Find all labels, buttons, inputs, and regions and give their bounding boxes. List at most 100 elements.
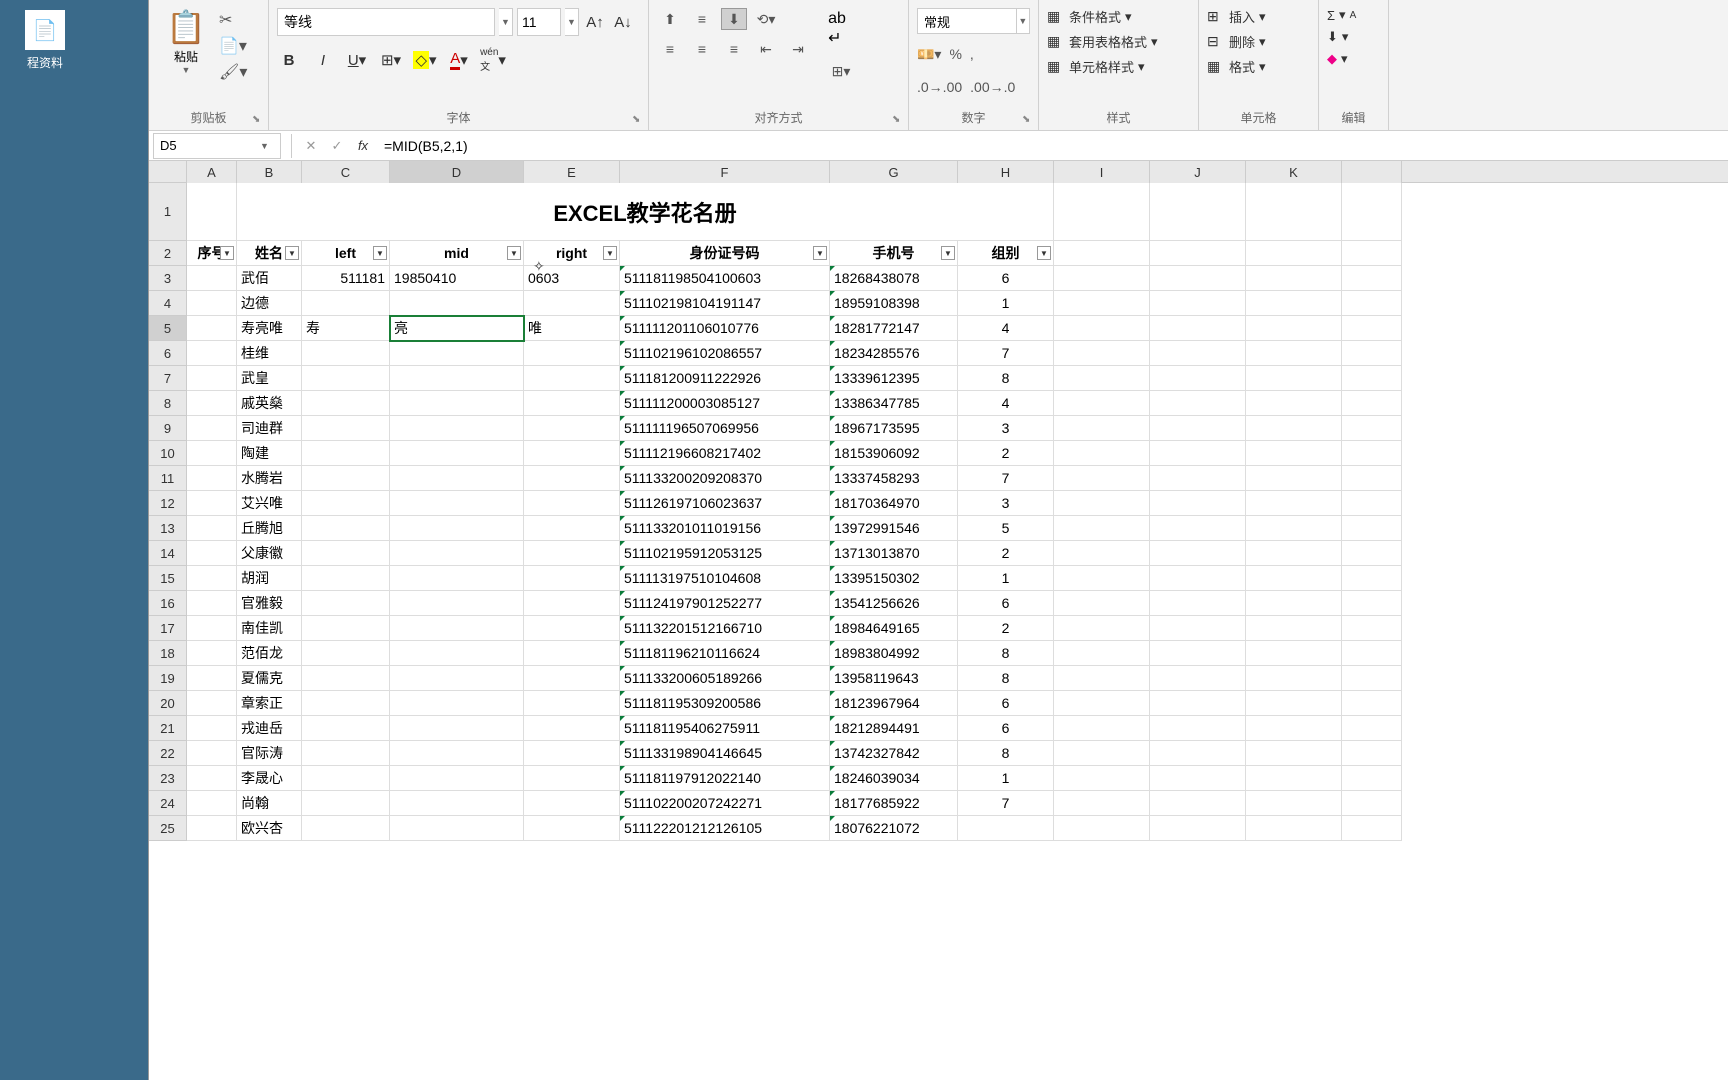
cell-I11[interactable] <box>1054 466 1150 491</box>
cell-D18[interactable] <box>390 641 524 666</box>
col-header-A[interactable]: A <box>187 161 237 183</box>
cell-D5[interactable]: 亮 <box>390 316 524 341</box>
paste-button[interactable]: 📋 粘贴 ▼ <box>157 4 215 82</box>
col-header-B[interactable]: B <box>237 161 302 183</box>
row-header-17[interactable]: 17 <box>149 616 187 641</box>
underline-button[interactable]: U▾ <box>345 48 369 72</box>
cell-I13[interactable] <box>1054 516 1150 541</box>
cell-E6[interactable] <box>524 341 620 366</box>
cell-F17[interactable]: 511132201512166710 <box>620 616 830 641</box>
cell-H3[interactable]: 6 <box>958 266 1054 291</box>
cell-H12[interactable]: 3 <box>958 491 1054 516</box>
align-right-icon[interactable]: ≡ <box>721 38 747 60</box>
cell-J4[interactable] <box>1150 291 1246 316</box>
cell-E23[interactable] <box>524 766 620 791</box>
row-header-11[interactable]: 11 <box>149 466 187 491</box>
cell-I25[interactable] <box>1054 816 1150 841</box>
cell-H10[interactable]: 2 <box>958 441 1054 466</box>
cell-B3[interactable]: 武佰 <box>237 266 302 291</box>
row-header-3[interactable]: 3 <box>149 266 187 291</box>
cell-F12[interactable]: 511126197106023637 <box>620 491 830 516</box>
cell-G13[interactable]: 13972991546 <box>830 516 958 541</box>
cell-E4[interactable] <box>524 291 620 316</box>
cell-G5[interactable]: 18281772147 <box>830 316 958 341</box>
cell-E12[interactable] <box>524 491 620 516</box>
italic-button[interactable]: I <box>311 48 335 72</box>
cell-H7[interactable]: 8 <box>958 366 1054 391</box>
font-name-select[interactable]: 等线 <box>277 8 495 36</box>
cell-D14[interactable] <box>390 541 524 566</box>
cell-F24[interactable]: 511102200207242271 <box>620 791 830 816</box>
cell-A14[interactable] <box>187 541 237 566</box>
cell-16[interactable] <box>1342 591 1402 616</box>
insert-button[interactable]: ⊞插入 ▾ <box>1207 4 1310 29</box>
cell-A20[interactable] <box>187 691 237 716</box>
cell-H9[interactable]: 3 <box>958 416 1054 441</box>
cell-J9[interactable] <box>1150 416 1246 441</box>
cell-G11[interactable]: 13337458293 <box>830 466 958 491</box>
cell-H15[interactable]: 1 <box>958 566 1054 591</box>
cell-B5[interactable]: 寿亮唯 <box>237 316 302 341</box>
cell-J23[interactable] <box>1150 766 1246 791</box>
desktop-folder[interactable]: 📄 程资料 <box>15 10 75 71</box>
filter-dropdown-D[interactable]: ▼ <box>507 246 521 260</box>
cell-G14[interactable]: 13713013870 <box>830 541 958 566</box>
col-header-K[interactable]: K <box>1246 161 1342 183</box>
cell-C4[interactable] <box>302 291 390 316</box>
cell-C14[interactable] <box>302 541 390 566</box>
cell-A13[interactable] <box>187 516 237 541</box>
cell-J5[interactable] <box>1150 316 1246 341</box>
cell-F7[interactable]: 511181200911222926 <box>620 366 830 391</box>
cell-B20[interactable]: 章索正 <box>237 691 302 716</box>
cell-G17[interactable]: 18984649165 <box>830 616 958 641</box>
cell-C15[interactable] <box>302 566 390 591</box>
cell-H14[interactable]: 2 <box>958 541 1054 566</box>
cell-K12[interactable] <box>1246 491 1342 516</box>
decrease-font-icon[interactable]: A↓ <box>611 10 635 34</box>
cell-K24[interactable] <box>1246 791 1342 816</box>
cell-A4[interactable] <box>187 291 237 316</box>
decrease-decimal-icon[interactable]: .00→.0 <box>970 79 1015 95</box>
cell-J8[interactable] <box>1150 391 1246 416</box>
cell-B13[interactable]: 丘腾旭 <box>237 516 302 541</box>
col-header-C[interactable]: C <box>302 161 390 183</box>
cell-I16[interactable] <box>1054 591 1150 616</box>
cell-B15[interactable]: 胡润 <box>237 566 302 591</box>
cell-21[interactable] <box>1342 716 1402 741</box>
cell-G25[interactable]: 18076221072 <box>830 816 958 841</box>
merge-button[interactable]: ⊞▾ <box>821 60 861 82</box>
cell-B11[interactable]: 水腾岩 <box>237 466 302 491</box>
cell-B12[interactable]: 艾兴唯 <box>237 491 302 516</box>
cell-I4[interactable] <box>1054 291 1150 316</box>
cell-K15[interactable] <box>1246 566 1342 591</box>
cell-D8[interactable] <box>390 391 524 416</box>
cell-17[interactable] <box>1342 616 1402 641</box>
cell-C22[interactable] <box>302 741 390 766</box>
cell-F16[interactable]: 511124197901252277 <box>620 591 830 616</box>
accept-formula-icon[interactable]: ✓ <box>324 133 350 159</box>
cell-G18[interactable]: 18983804992 <box>830 641 958 666</box>
cell-G3[interactable]: 18268438078 <box>830 266 958 291</box>
filter-dropdown-B[interactable]: ▼ <box>285 246 299 260</box>
copy-icon[interactable]: 📄▾ <box>219 36 247 56</box>
align-top-icon[interactable]: ⬆ <box>657 8 683 30</box>
cell-G21[interactable]: 18212894491 <box>830 716 958 741</box>
align-bottom-icon[interactable]: ⬇ <box>721 8 747 30</box>
cell-C6[interactable] <box>302 341 390 366</box>
cell-C5[interactable]: 寿 <box>302 316 390 341</box>
cell-7[interactable] <box>1342 366 1402 391</box>
row-header-5[interactable]: 5 <box>149 316 187 341</box>
row-header-4[interactable]: 4 <box>149 291 187 316</box>
cell-10[interactable] <box>1342 441 1402 466</box>
row-header-7[interactable]: 7 <box>149 366 187 391</box>
col-header-G[interactable]: G <box>830 161 958 183</box>
cell-J19[interactable] <box>1150 666 1246 691</box>
cell-D22[interactable] <box>390 741 524 766</box>
cell-K3[interactable] <box>1246 266 1342 291</box>
cell-D11[interactable] <box>390 466 524 491</box>
cell-F13[interactable]: 511133201011019156 <box>620 516 830 541</box>
cell-I23[interactable] <box>1054 766 1150 791</box>
increase-indent-icon[interactable]: ⇥ <box>785 38 811 60</box>
conditional-format-button[interactable]: ▦条件格式 ▾ <box>1047 4 1190 29</box>
cell-I14[interactable] <box>1054 541 1150 566</box>
